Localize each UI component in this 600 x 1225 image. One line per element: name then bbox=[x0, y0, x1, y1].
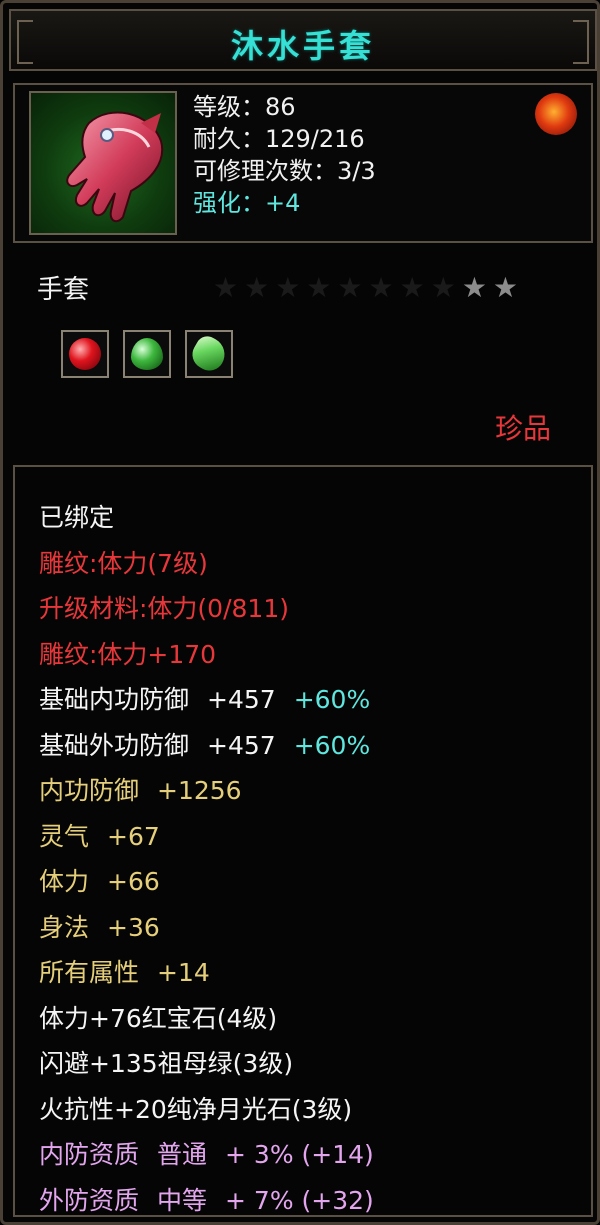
attr-label: 内功防御 bbox=[39, 776, 140, 805]
star-rating-empty: ★★★★★★★★ bbox=[213, 271, 462, 304]
dragon-seal-icon bbox=[535, 93, 577, 135]
attr-label: 基础外功防御 bbox=[39, 730, 190, 760]
attr-percent: +60% bbox=[293, 685, 371, 714]
attr-label: 所有属性 bbox=[39, 958, 140, 987]
agility-attr: 身法 +36 bbox=[39, 905, 579, 951]
upgrade-material-line: 升级材料:体力(0/811) bbox=[39, 594, 289, 623]
outer-defense-quality: 外防资质 中等 + 7% (+32) bbox=[39, 1178, 579, 1224]
item-header: 等级：86 耐久：129/216 可修理次数：3/3 强化：+4 bbox=[13, 83, 593, 243]
attr-value: + 7% (+32) bbox=[225, 1185, 374, 1215]
gem-bonus-emerald: 闪避+135祖母绿(3级) bbox=[39, 1049, 294, 1078]
quality-grade: 中等 bbox=[157, 1185, 208, 1215]
attr-value: +14 bbox=[157, 958, 210, 987]
base-outer-defense: 基础外功防御 +457 +60% bbox=[39, 723, 579, 769]
gauntlet-icon bbox=[29, 91, 177, 235]
attr-value: +457 bbox=[207, 685, 276, 714]
engrave-line: 雕纹:体力(7级) bbox=[39, 548, 208, 578]
gem-bonus-moonstone: 火抗性+20纯净月光石(3级) bbox=[39, 1094, 353, 1124]
moonstone-gem-icon[interactable] bbox=[185, 330, 233, 378]
quality-label: 珍品 bbox=[494, 412, 551, 445]
bound-status: 已绑定 bbox=[39, 503, 115, 532]
item-name: 沐水手套 bbox=[230, 27, 375, 65]
enhance-text: 强化：+4 bbox=[193, 189, 301, 217]
stamina-attr: 体力 +66 bbox=[39, 859, 579, 905]
spirit-attr: 灵气 +67 bbox=[39, 814, 579, 860]
attr-label: 身法 bbox=[39, 912, 90, 942]
base-inner-defense: 基础内功防御 +457 +60% bbox=[39, 677, 579, 723]
attr-value: +66 bbox=[107, 867, 160, 896]
attr-value: +67 bbox=[107, 821, 160, 851]
engrave-bonus-line: 雕纹:体力+170 bbox=[39, 639, 217, 669]
inner-defense: 内功防御 +1256 bbox=[39, 768, 579, 814]
quality-grade: 普通 bbox=[157, 1140, 208, 1169]
attr-percent: +60% bbox=[293, 730, 371, 760]
attr-label: 灵气 bbox=[39, 821, 90, 851]
item-stats: 等级：86 耐久：129/216 可修理次数：3/3 强化：+4 bbox=[193, 91, 376, 219]
ruby-gem-icon[interactable] bbox=[61, 330, 109, 378]
attr-value: +36 bbox=[107, 912, 160, 942]
item-tooltip: 沐水手套 等级：86 耐久：129/216 可修理次数：3/3 强化：+4 手套… bbox=[0, 0, 600, 1225]
attr-value: + 3% (+14) bbox=[225, 1140, 374, 1169]
durability-text: 耐久：129/216 bbox=[193, 125, 365, 153]
attr-value: +457 bbox=[207, 730, 276, 760]
title-bar: 沐水手套 bbox=[9, 9, 597, 71]
attr-label: 外防资质 bbox=[39, 1185, 140, 1215]
emerald-gem-icon[interactable] bbox=[123, 330, 171, 378]
star-rating-filled: ★★ bbox=[461, 271, 525, 304]
level-text: 等级：86 bbox=[193, 93, 296, 121]
all-attributes: 所有属性 +14 bbox=[39, 950, 579, 996]
gem-bonus-ruby: 体力+76红宝石(4级) bbox=[39, 1003, 278, 1033]
repair-count-text: 可修理次数：3/3 bbox=[193, 157, 376, 185]
attributes-panel: 已绑定 雕纹:体力(7级) 升级材料:体力(0/811) 雕纹:体力+170 基… bbox=[13, 465, 593, 1217]
inner-defense-quality: 内防资质 普通 + 3% (+14) bbox=[39, 1132, 579, 1178]
gauntlet-icon-art bbox=[66, 111, 164, 223]
attr-value: +1256 bbox=[157, 776, 242, 805]
attr-label: 内防资质 bbox=[39, 1140, 140, 1169]
attr-label: 基础内功防御 bbox=[39, 685, 190, 714]
star-rating: ★★★★★★★★★★ bbox=[213, 271, 524, 304]
attr-label: 体力 bbox=[39, 867, 90, 896]
item-type: 手套 bbox=[37, 275, 90, 305]
